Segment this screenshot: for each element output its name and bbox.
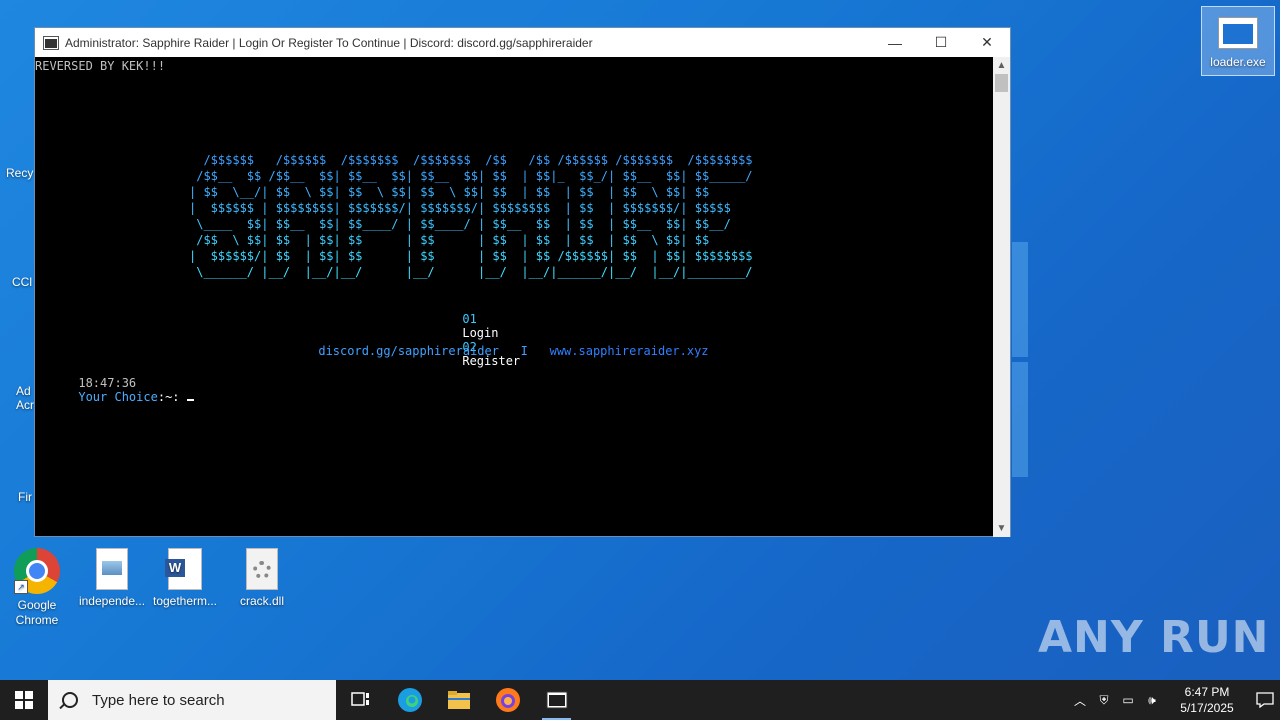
- links-line: discord.gg/sapphireraider I www.sapphire…: [275, 330, 709, 372]
- console-window[interactable]: Administrator: Sapphire Raider | Login O…: [34, 27, 1011, 537]
- desktop-icon-label: togetherm...: [152, 594, 218, 608]
- edge-icon: [397, 688, 422, 712]
- prompt-suffix: :~:: [157, 390, 187, 404]
- menu-login-number: 01: [462, 312, 477, 326]
- ascii-art-row: /$$__ $$ /$$__ $$| $$__ $$| $$__ $$| $$ …: [189, 169, 753, 183]
- notification-button[interactable]: [1250, 685, 1280, 715]
- clock-date: 5/17/2025: [1180, 701, 1234, 715]
- exe-app-icon: [1218, 17, 1258, 49]
- console-app-icon: [43, 35, 59, 50]
- shortcut-arrow-icon: ↗: [14, 580, 28, 594]
- taskbar: Type here to search ︿ ⛨ ▭ 🕪 6:47 PM 5/17…: [0, 680, 1280, 720]
- ascii-art-row: | $$ \__/| $$ \ $$| $$ \ $$| $$ \ $$| $$…: [189, 185, 753, 199]
- console-header: REVERSED BY KEK!!!: [35, 59, 166, 73]
- desktop-icon-label: independe...: [78, 594, 146, 608]
- links-separator: I: [520, 344, 528, 358]
- acrobat-label[interactable]: Ad Acr: [16, 384, 34, 412]
- desktop-icon-chrome[interactable]: ↗ Google Chrome: [2, 548, 72, 628]
- discord-link: discord.gg/sapphireraider: [318, 344, 499, 358]
- desktop-icon-label: Google Chrome: [15, 598, 59, 627]
- scroll-down-icon[interactable]: ▼: [993, 520, 1010, 537]
- desktop-icon-image[interactable]: independe...: [77, 548, 147, 609]
- windows-logo-icon: [15, 691, 33, 709]
- ccleaner-label[interactable]: CCl: [12, 275, 32, 289]
- desktop-icon-dll[interactable]: crack.dll: [227, 548, 297, 609]
- notification-icon: [1256, 692, 1274, 708]
- ascii-art-row: \____ $$| $$__ $$| $$____/ | $$____/ | $…: [189, 217, 753, 231]
- firefox-icon: [495, 688, 520, 712]
- desktop-icon-label: loader.exe: [1210, 55, 1266, 69]
- input-prompt[interactable]: 18:47:36 Your Choice:~:: [35, 362, 194, 418]
- chevron-up-icon[interactable]: ︿: [1068, 692, 1092, 709]
- ascii-art-row: /$$$$$$ /$$$$$$ /$$$$$$$ /$$$$$$$ /$$ /$…: [189, 153, 753, 167]
- volume-icon[interactable]: 🕪: [1140, 693, 1164, 708]
- prompt-time: 18:47:36: [78, 376, 137, 390]
- console-taskbar-button[interactable]: [532, 680, 581, 720]
- firefox-button[interactable]: [483, 680, 532, 720]
- desktop-icon-loader[interactable]: loader.exe: [1201, 6, 1275, 76]
- search-icon: [62, 692, 78, 708]
- desktop-glow: [1012, 362, 1028, 477]
- console-icon: [546, 691, 567, 709]
- ascii-art-logo: /$$$$$$ /$$$$$$ /$$$$$$$ /$$$$$$$ /$$ /$…: [189, 152, 753, 280]
- chrome-icon: ↗: [14, 548, 60, 594]
- minimize-button[interactable]: —: [872, 28, 918, 57]
- search-placeholder: Type here to search: [92, 691, 225, 709]
- start-button[interactable]: [0, 680, 48, 720]
- anyrun-watermark: ANY RUN: [1038, 612, 1270, 663]
- scroll-thumb[interactable]: [995, 74, 1008, 92]
- file-explorer-button[interactable]: [434, 680, 483, 720]
- desktop-icon-word[interactable]: W togetherm...: [150, 548, 220, 609]
- task-view-icon: [350, 692, 369, 706]
- recycle-bin-label[interactable]: Recy: [6, 166, 33, 180]
- console-output[interactable]: REVERSED BY KEK!!! /$$$$$$ /$$$$$$ /$$$$…: [35, 57, 993, 537]
- close-button[interactable]: ✕: [964, 28, 1010, 57]
- maximize-button[interactable]: ☐: [918, 28, 964, 57]
- ascii-art-row: | $$$$$$/| $$ | $$| $$ | $$ | $$ | $$ /$…: [189, 249, 753, 263]
- window-titlebar[interactable]: Administrator: Sapphire Raider | Login O…: [35, 28, 1010, 57]
- security-icon[interactable]: ⛨: [1092, 693, 1116, 708]
- desktop-glow: [1012, 242, 1028, 357]
- edge-button[interactable]: [385, 680, 434, 720]
- clock-time: 6:47 PM: [1184, 685, 1230, 699]
- clock[interactable]: 6:47 PM 5/17/2025: [1172, 684, 1242, 716]
- word-document-icon: W: [165, 548, 202, 590]
- network-icon[interactable]: ▭: [1116, 693, 1140, 707]
- website-link: www.sapphireraider.xyz: [549, 344, 709, 358]
- folder-icon: [447, 691, 470, 709]
- dll-file-icon: [246, 548, 278, 590]
- ascii-art-row: \______/ |__/ |__/|__/ |__/ |__/ |__/|__…: [189, 265, 753, 279]
- taskbar-search[interactable]: Type here to search: [48, 680, 336, 720]
- ascii-art-row: /$$ \ $$| $$ | $$| $$ | $$ | $$ | $$ | $…: [189, 233, 753, 247]
- text-cursor: [186, 399, 194, 401]
- scroll-up-icon[interactable]: ▲: [993, 57, 1010, 74]
- system-tray: ︿ ⛨ ▭ 🕪 6:47 PM 5/17/2025: [1068, 680, 1280, 720]
- vertical-scrollbar[interactable]: ▲ ▼: [993, 57, 1010, 537]
- prompt-label: Your Choice: [78, 390, 158, 404]
- firefox-label[interactable]: Fir: [18, 490, 32, 504]
- desktop-icon-label: crack.dll: [239, 594, 284, 608]
- task-view-button[interactable]: [336, 680, 385, 720]
- image-file-icon: [96, 548, 128, 590]
- window-title: Administrator: Sapphire Raider | Login O…: [65, 35, 593, 50]
- ascii-art-row: | $$$$$$ | $$$$$$$$| $$$$$$$/| $$$$$$$/|…: [189, 201, 753, 215]
